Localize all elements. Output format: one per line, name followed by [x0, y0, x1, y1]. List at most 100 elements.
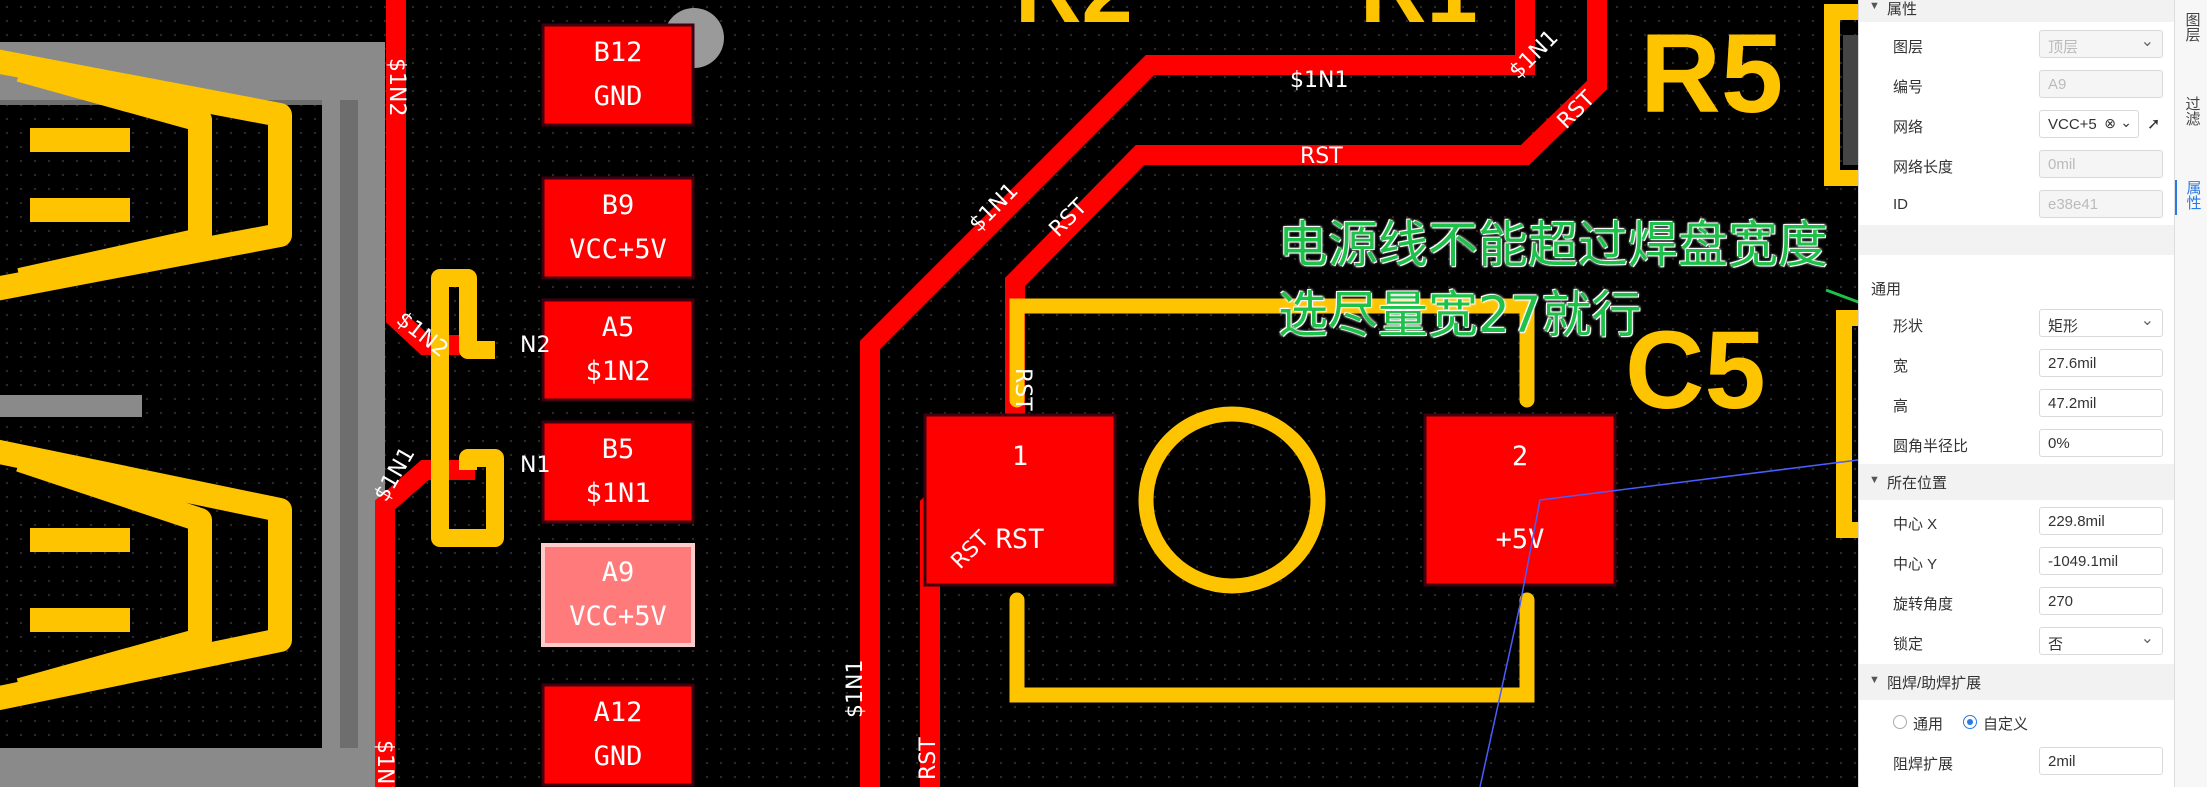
- pad-net: VCC+5V: [569, 234, 667, 265]
- pick-cursor-icon[interactable]: ➚: [2147, 114, 2160, 134]
- row-width: 宽 27.6mil: [1859, 344, 2175, 384]
- net-label: RST: [916, 737, 941, 780]
- lock-select[interactable]: 否: [2039, 627, 2163, 655]
- id-field[interactable]: A9: [2039, 70, 2163, 98]
- big-pads: 1 RST 2 +5V: [923, 413, 1617, 587]
- net-label: $1N1: [372, 740, 397, 787]
- pcb-canvas[interactable]: B12 GND B9 VCC+5V A5 $1N2 B5 $1N1 A9 VCC+5V A12 GND…: [0, 0, 1858, 787]
- row-shape: 形状 矩形: [1859, 304, 2175, 344]
- annotation-line-1: 电源线不能超过焊盘宽度: [1278, 216, 1828, 274]
- section-title: 阻焊/助焊扩展: [1887, 675, 1982, 692]
- label-rotation: 旋转角度: [1893, 596, 1954, 613]
- pad-number: A5: [602, 312, 635, 343]
- net-label: $1N2: [384, 58, 409, 116]
- clear-icon[interactable]: ⊗: [2104, 115, 2116, 132]
- uid-field[interactable]: e38e41: [2039, 190, 2163, 218]
- section-mask[interactable]: ▼ 阻焊/助焊扩展: [1859, 664, 2175, 700]
- radio-general-label: 通用: [1913, 716, 1944, 733]
- subsection-general: 通用: [1871, 281, 1902, 298]
- rotation-input[interactable]: 270: [2039, 587, 2163, 615]
- pad-net: GND: [594, 741, 643, 772]
- center-y-input[interactable]: -1049.1mil: [2039, 547, 2163, 575]
- pad-number: B5: [602, 434, 635, 465]
- properties-panel: ▼ 属性 图层 顶层 编号 A9 网络 VCC+5 ⊗ ⌄ ➚ 网络长度 0mi…: [1858, 0, 2175, 787]
- designator-c5: C5: [1625, 309, 1766, 432]
- row-height: 高 47.2mil: [1859, 384, 2175, 424]
- shape-select[interactable]: 矩形: [2039, 309, 2163, 337]
- label-uid: ID: [1893, 196, 1908, 213]
- collapse-caret-icon: ▼: [1869, 0, 1880, 12]
- radio-custom-label: 自定义: [1983, 716, 2029, 733]
- tab-label: 过滤: [2183, 96, 2201, 126]
- pad-net: $1N2: [585, 356, 650, 387]
- net-select[interactable]: VCC+5 ⊗ ⌄: [2039, 110, 2139, 138]
- section-divider: [1859, 225, 2175, 255]
- radio-general[interactable]: [1893, 715, 1907, 729]
- height-input[interactable]: 47.2mil: [2039, 389, 2163, 417]
- chevron-down-icon[interactable]: ⌄: [2120, 114, 2132, 131]
- designator-r5: R5: [1640, 11, 1783, 136]
- row-uid: ID e38e41: [1859, 185, 2175, 225]
- label-id: 编号: [1893, 79, 1924, 96]
- tab-label: 图层: [2183, 12, 2201, 42]
- tab-properties[interactable]: 属性: [2175, 180, 2207, 215]
- row-center-y: 中心 Y -1049.1mil: [1859, 542, 2175, 582]
- net-select-value: VCC+5: [2048, 116, 2097, 133]
- label-lock: 锁定: [1893, 636, 1924, 653]
- row-layer: 图层 顶层: [1859, 25, 2175, 65]
- designator-r1: R1: [1360, 0, 1478, 42]
- tab-filter[interactable]: 过滤: [2175, 96, 2207, 131]
- section-position[interactable]: ▼ 所在位置: [1859, 464, 2175, 500]
- row-net: 网络 VCC+5 ⊗ ⌄ ➚: [1859, 105, 2175, 145]
- section-attributes[interactable]: ▼ 属性: [1859, 0, 2175, 22]
- collapse-caret-icon: ▼: [1869, 674, 1880, 686]
- section-title: 属性: [1887, 1, 1918, 18]
- width-input[interactable]: 27.6mil: [2039, 349, 2163, 377]
- pad-net: VCC+5V: [569, 601, 667, 632]
- designator-r2: R2: [1015, 0, 1133, 42]
- section-title: 所在位置: [1887, 475, 1948, 492]
- side-tabs: 图层 过滤 属性: [2174, 0, 2207, 787]
- annotation-line-2: 选尽量宽27就行: [1278, 286, 1642, 344]
- pad-net: $1N1: [585, 478, 650, 509]
- trace-net-labels: $1N2 $1N2 $1N1 $1N1 $1N1 $1N1 $1N1 $1N1 …: [370, 25, 1601, 787]
- label-center-y: 中心 Y: [1893, 556, 1938, 573]
- row-mask-mode: 通用 自定义: [1859, 702, 2175, 742]
- pad-number: 2: [1512, 441, 1528, 472]
- big-pad-2[interactable]: 2 +5V: [1423, 413, 1617, 587]
- smd-pad-b9[interactable]: B9 VCC+5V: [541, 176, 695, 280]
- label-height: 高: [1893, 398, 1909, 415]
- pcb-drawing[interactable]: B12 GND B9 VCC+5V A5 $1N2 B5 $1N1 A9 VCC+5V A12 GND…: [0, 0, 1858, 787]
- net-label: RST: [1300, 144, 1343, 169]
- pad-column: B12 GND B9 VCC+5V A5 $1N2 B5 $1N1 A9 VCC+5V A12 GND: [541, 23, 695, 787]
- tab-layers[interactable]: 图层: [2175, 12, 2207, 47]
- smd-pad-a12[interactable]: A12 GND: [541, 683, 695, 787]
- smd-pad-a5[interactable]: A5 $1N2: [541, 298, 695, 402]
- radius-input[interactable]: 0%: [2039, 429, 2163, 457]
- connector-tabs: [431, 269, 504, 547]
- tab-label: 属性: [2184, 180, 2202, 210]
- net-length-field[interactable]: 0mil: [2039, 150, 2163, 178]
- usb-connector-silk: [0, 49, 292, 711]
- net-label: RST: [1010, 368, 1035, 411]
- mask-expansion-input[interactable]: 2mil: [2039, 747, 2163, 775]
- smd-pad-a9[interactable]: A9 VCC+5V: [541, 543, 695, 647]
- net-label: N2: [520, 333, 550, 358]
- row-net-length: 网络长度 0mil: [1859, 145, 2175, 185]
- row-lock: 锁定 否: [1859, 622, 2175, 662]
- label-layer: 图层: [1893, 39, 1924, 56]
- row-rotation: 旋转角度 270: [1859, 582, 2175, 622]
- label-width: 宽: [1893, 358, 1909, 375]
- row-mask-expansion: 阻焊扩展 2mil: [1859, 742, 2175, 782]
- smd-pad-b5[interactable]: B5 $1N1: [541, 420, 695, 524]
- pad-net: +5V: [1496, 524, 1545, 555]
- pad-net: RST: [996, 524, 1045, 555]
- center-x-input[interactable]: 229.8mil: [2039, 507, 2163, 535]
- net-label: $1N1: [1290, 68, 1348, 93]
- right-partial-part: [1843, 35, 1858, 165]
- smd-pad-b12[interactable]: B12 GND: [541, 23, 695, 127]
- row-radius: 圆角半径比 0%: [1859, 424, 2175, 464]
- radio-custom[interactable]: [1963, 715, 1977, 729]
- net-label: N1: [520, 453, 550, 478]
- layer-select[interactable]: 顶层: [2039, 30, 2163, 58]
